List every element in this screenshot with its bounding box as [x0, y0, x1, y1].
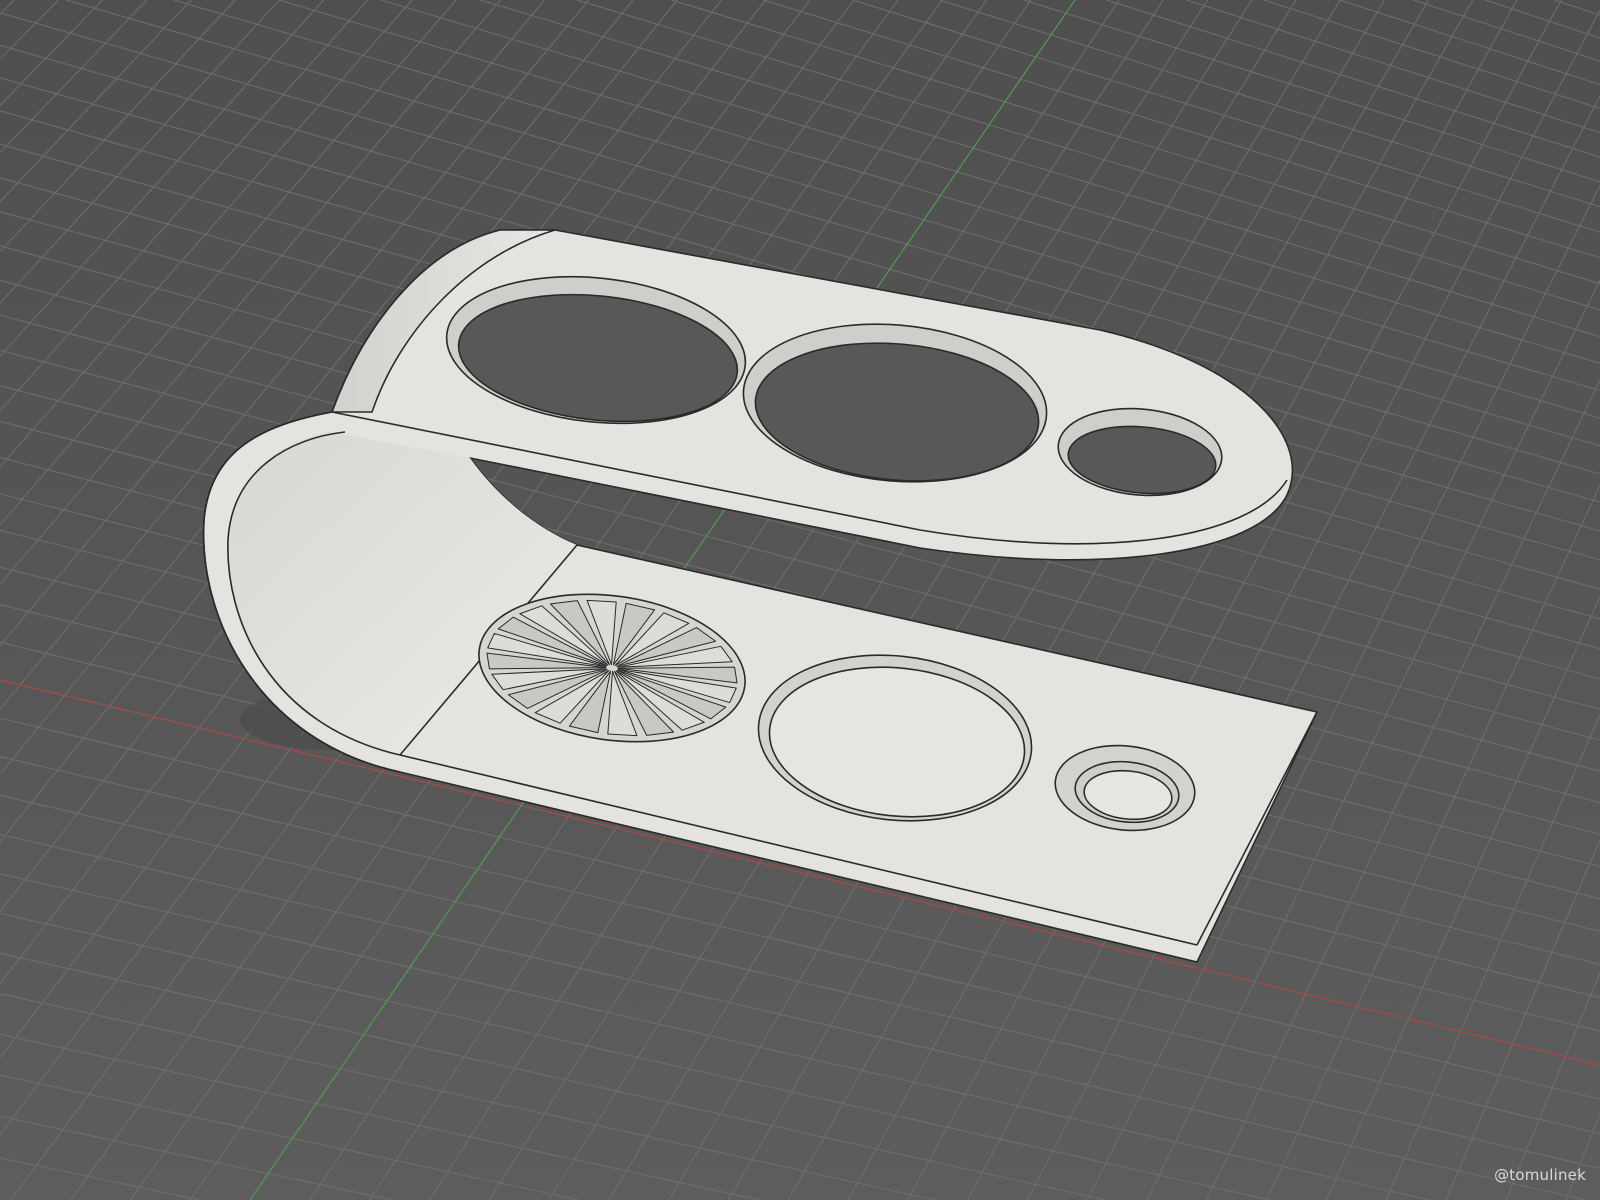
viewport-stage: @tomulinek [0, 0, 1600, 1200]
cad-viewport[interactable] [0, 0, 1600, 1200]
author-watermark: @tomulinek [1494, 1166, 1586, 1184]
